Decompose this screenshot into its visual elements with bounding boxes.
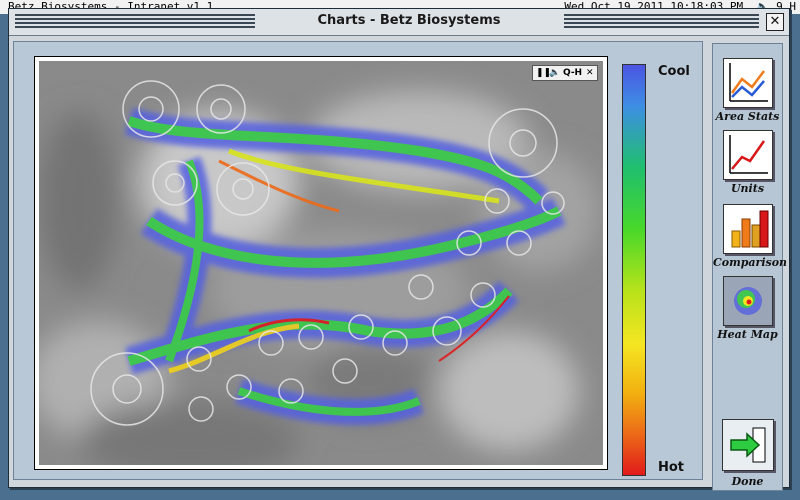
window-titlebar[interactable]: Charts - Betz Biosystems ✕: [9, 9, 789, 36]
titlebar-stripes-right: [564, 14, 759, 30]
playback-controls: ❚❚ 🔈 Q-H ✕: [532, 65, 598, 81]
bar-chart-icon: [722, 204, 773, 254]
window-close-button[interactable]: ✕: [766, 13, 784, 31]
titlebar-stripes-left: [15, 14, 255, 30]
comparison-label: Comparison: [713, 256, 788, 269]
heat-map-button[interactable]: Heat Map: [713, 276, 782, 341]
done-label: Done: [731, 475, 764, 488]
arrow-right-icon: [721, 419, 774, 471]
heat-legend-bar: [622, 64, 646, 476]
heat-map-label: Heat Map: [717, 328, 778, 341]
heat-map-view[interactable]: [39, 61, 603, 465]
volume-icon[interactable]: 🔈: [549, 66, 560, 80]
close-icon[interactable]: ✕: [586, 66, 594, 80]
heat-map-icon: [722, 276, 773, 326]
charts-window: Charts - Betz Biosystems ✕ ❚❚ 🔈 Q-H ✕ Co…: [8, 8, 790, 491]
units-label: Units: [730, 182, 765, 195]
window-title: Charts - Betz Biosystems: [317, 13, 501, 28]
done-button[interactable]: Done: [713, 419, 782, 488]
quality-toggle[interactable]: Q-H: [563, 66, 582, 80]
heat-map-panel: ❚❚ 🔈 Q-H ✕: [34, 56, 608, 470]
units-button[interactable]: Units: [713, 130, 782, 195]
chart-tools-sidebar: Area Stats Units Comparison Heat Map Don…: [712, 43, 788, 491]
line-chart-icon: [722, 58, 773, 108]
comparison-button[interactable]: Comparison: [713, 204, 788, 269]
legend-hot-label: Hot: [658, 460, 685, 475]
area-stats-button[interactable]: Area Stats: [713, 58, 782, 123]
legend-cool-label: Cool: [658, 64, 690, 79]
rising-line-chart-icon: [722, 130, 773, 180]
chart-content-area: ❚❚ 🔈 Q-H ✕ Cool Hot: [13, 41, 703, 480]
area-stats-label: Area Stats: [715, 110, 780, 123]
